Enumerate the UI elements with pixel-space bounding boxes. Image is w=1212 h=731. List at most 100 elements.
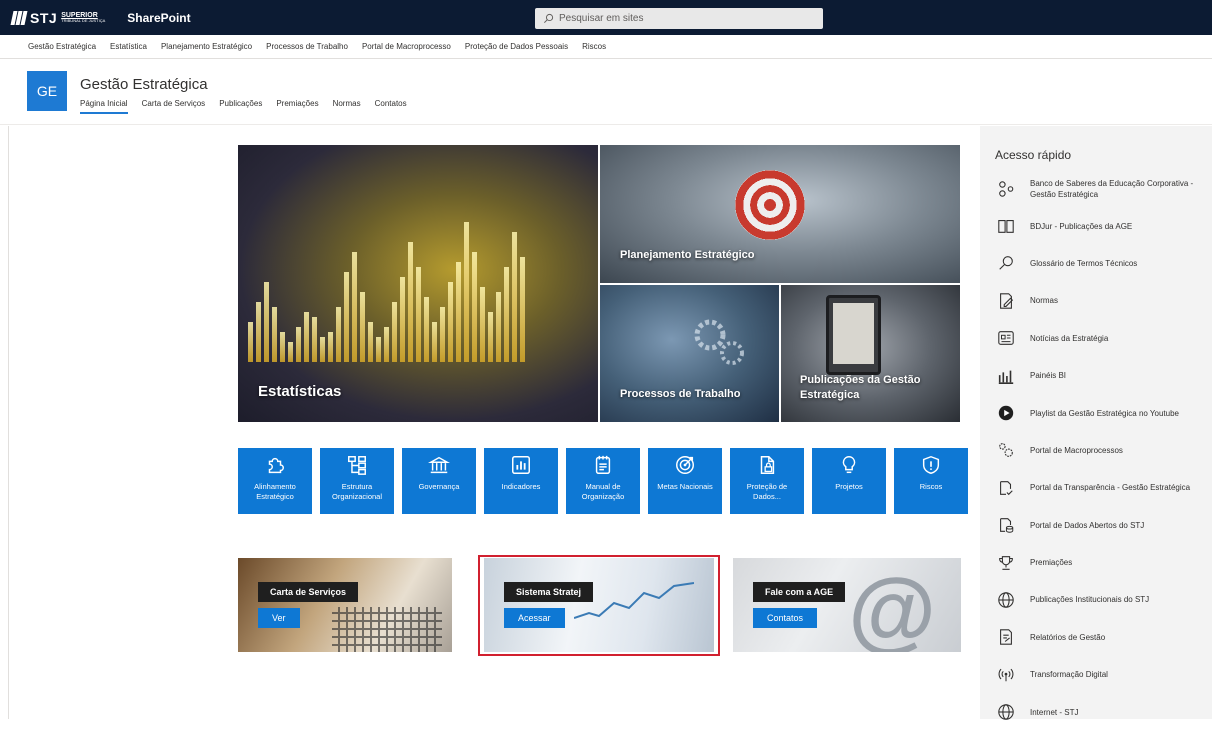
quick-tiles: Alinhamento Estratégico Estrutura Organi… [238, 448, 968, 514]
search-box[interactable] [535, 8, 823, 29]
hub-nav-processos[interactable]: Processos de Trabalho [266, 42, 348, 51]
bar-chart-icon [512, 456, 530, 474]
search-icon [544, 13, 554, 23]
hub-nav-protecao-dados[interactable]: Proteção de Dados Pessoais [465, 42, 568, 51]
quick-link-noticias[interactable]: Notícias da Estratégia [995, 320, 1207, 357]
sharepoint-label[interactable]: SharePoint [127, 11, 190, 25]
quick-link-label: Portal de Dados Abertos do STJ [1030, 520, 1145, 530]
document-check-icon [1000, 480, 1013, 495]
play-icon [998, 405, 1014, 421]
hero-estatisticas-label: Estatísticas [258, 383, 342, 400]
quick-link-label: Painéis BI [1030, 371, 1067, 381]
target-icon [676, 456, 694, 474]
notepad-icon [595, 455, 611, 474]
site-nav-carta-servicos[interactable]: Carta de Serviços [142, 99, 206, 114]
database-doc-icon [1000, 518, 1014, 533]
tile-riscos-label: Riscos [919, 482, 943, 491]
quick-links-list: Banco de Saberes da Educação Corporativa… [995, 170, 1207, 731]
quick-link-label: Banco de Saberes da Educação Corporativa… [1030, 178, 1194, 199]
site-header: GE Gestão Estratégica Página Inicial Car… [0, 60, 1212, 125]
quick-links-panel: Acesso rápido Banco de Saberes da Educaç… [980, 126, 1212, 720]
target-image [735, 170, 805, 240]
quick-link-label: Transformação Digital [1030, 670, 1108, 680]
card-carta-title: Carta de Serviços [258, 582, 359, 602]
tile-alinhamento-label: Alinhamento Estratégico [254, 482, 296, 501]
search-input[interactable] [559, 13, 799, 24]
quick-link-label: BDJur - Publicações da AGE [1030, 221, 1133, 231]
tile-protecao[interactable]: Proteção de Dados... [730, 448, 804, 514]
quick-link-label: Normas [1030, 296, 1059, 306]
card-fale-com-age: @ Fale com a AGE Contatos [733, 558, 961, 652]
quick-link-transparencia[interactable]: Portal da Transparência - Gestão Estraté… [995, 469, 1207, 506]
tile-metas[interactable]: Metas Nacionais [648, 448, 722, 514]
contatos-button[interactable]: Contatos [753, 608, 818, 628]
hero-processos[interactable]: Processos de Trabalho [600, 285, 779, 422]
tile-indicadores-label: Indicadores [501, 482, 541, 491]
tile-governanca[interactable]: Governança [402, 448, 476, 514]
hero-publicacoes[interactable]: Publicações da Gestão Estratégica [781, 285, 960, 422]
quick-link-relatorios[interactable]: Relatórios de Gestão [995, 619, 1207, 656]
shield-alert-icon [922, 455, 940, 475]
hero-planejamento[interactable]: Planejamento Estratégico [600, 145, 960, 283]
report-icon [1000, 629, 1012, 646]
quick-link-label: Publicações Institucionais do STJ [1030, 595, 1150, 605]
quick-link-paineis-bi[interactable]: Painéis BI [995, 357, 1207, 394]
tile-riscos[interactable]: Riscos [894, 448, 968, 514]
quick-link-internet-stj[interactable]: Internet - STJ [995, 693, 1207, 730]
nodes-icon [999, 180, 1014, 197]
quick-link-label: Portal da Transparência - Gestão Estraté… [1030, 483, 1191, 493]
quick-link-label: Premiações [1030, 558, 1073, 568]
hero-planejamento-label: Planejamento Estratégico [620, 249, 755, 261]
document-lock-icon [760, 456, 775, 474]
bank-icon [428, 456, 450, 474]
trophy-icon [999, 555, 1013, 570]
hub-nav-macroprocesso[interactable]: Portal de Macroprocesso [362, 42, 451, 51]
stj-brand-sub-line2: TRIBUNAL DE JUSTIÇA [61, 18, 106, 23]
card-contato-title: Fale com a AGE [753, 582, 846, 602]
lightbulb-icon [842, 456, 856, 474]
quick-link-premiacoes[interactable]: Premiações [995, 544, 1207, 581]
quick-link-transformacao[interactable]: Transformação Digital [995, 656, 1207, 693]
globe-icon [998, 704, 1014, 720]
tile-projetos[interactable]: Projetos [812, 448, 886, 514]
site-logo[interactable]: GE [27, 71, 67, 111]
globe-icon [998, 592, 1014, 608]
site-nav-pagina-inicial[interactable]: Página Inicial [80, 99, 128, 114]
hub-nav-estatistica[interactable]: Estatística [110, 42, 147, 51]
puzzle-icon [268, 457, 284, 474]
ver-button[interactable]: Ver [258, 608, 300, 628]
quick-link-dados-abertos[interactable]: Portal de Dados Abertos do STJ [995, 507, 1207, 544]
tile-indicadores[interactable]: Indicadores [484, 448, 558, 514]
stj-logo[interactable]: STJ SUPERIOR TRIBUNAL DE JUSTIÇA [10, 10, 105, 26]
tile-governanca-label: Governança [418, 482, 460, 491]
stj-brand-sub: SUPERIOR TRIBUNAL DE JUSTIÇA [61, 12, 105, 23]
quick-link-normas[interactable]: Normas [995, 282, 1207, 319]
quick-link-banco-saberes[interactable]: Banco de Saberes da Educação Corporativa… [995, 170, 1207, 207]
hub-nav-planejamento[interactable]: Planejamento Estratégico [161, 42, 252, 51]
site-nav-publicacoes[interactable]: Publicações [219, 99, 262, 114]
quick-link-bdjur[interactable]: BDJur - Publicações da AGE [995, 207, 1207, 244]
tablet-image [826, 295, 881, 375]
left-divider [8, 126, 9, 719]
quick-link-label: Playlist da Gestão Estratégica no Youtub… [1030, 408, 1179, 418]
chart-icon [998, 370, 1014, 384]
tile-manual-label: Manual de Organização [581, 482, 625, 501]
hero-estatisticas[interactable]: Estatísticas [238, 145, 598, 422]
quick-link-publicacoes-institucionais[interactable]: Publicações Institucionais do STJ [995, 581, 1207, 618]
site-title[interactable]: Gestão Estratégica [80, 76, 208, 93]
hero-processos-label: Processos de Trabalho [620, 388, 741, 400]
hub-nav-riscos[interactable]: Riscos [582, 42, 606, 51]
edit-document-icon [1000, 293, 1014, 309]
tile-manual[interactable]: Manual de Organização [566, 448, 640, 514]
hub-nav-gestao[interactable]: Gestão Estratégica [28, 42, 96, 51]
acessar-button[interactable]: Acessar [504, 608, 565, 628]
tile-estrutura[interactable]: Estrutura Organizacional [320, 448, 394, 514]
quick-link-glossario[interactable]: Glossário de Termos Técnicos [995, 245, 1207, 282]
tile-alinhamento[interactable]: Alinhamento Estratégico [238, 448, 312, 514]
quick-link-macroprocessos[interactable]: Portal de Macroprocessos [995, 432, 1207, 469]
quick-link-playlist[interactable]: Playlist da Gestão Estratégica no Youtub… [995, 394, 1207, 431]
at-sign-image: @ [848, 561, 936, 652]
site-nav-normas[interactable]: Normas [333, 99, 361, 114]
site-nav-premiacoes[interactable]: Premiações [276, 99, 318, 114]
site-nav-contatos[interactable]: Contatos [375, 99, 407, 114]
